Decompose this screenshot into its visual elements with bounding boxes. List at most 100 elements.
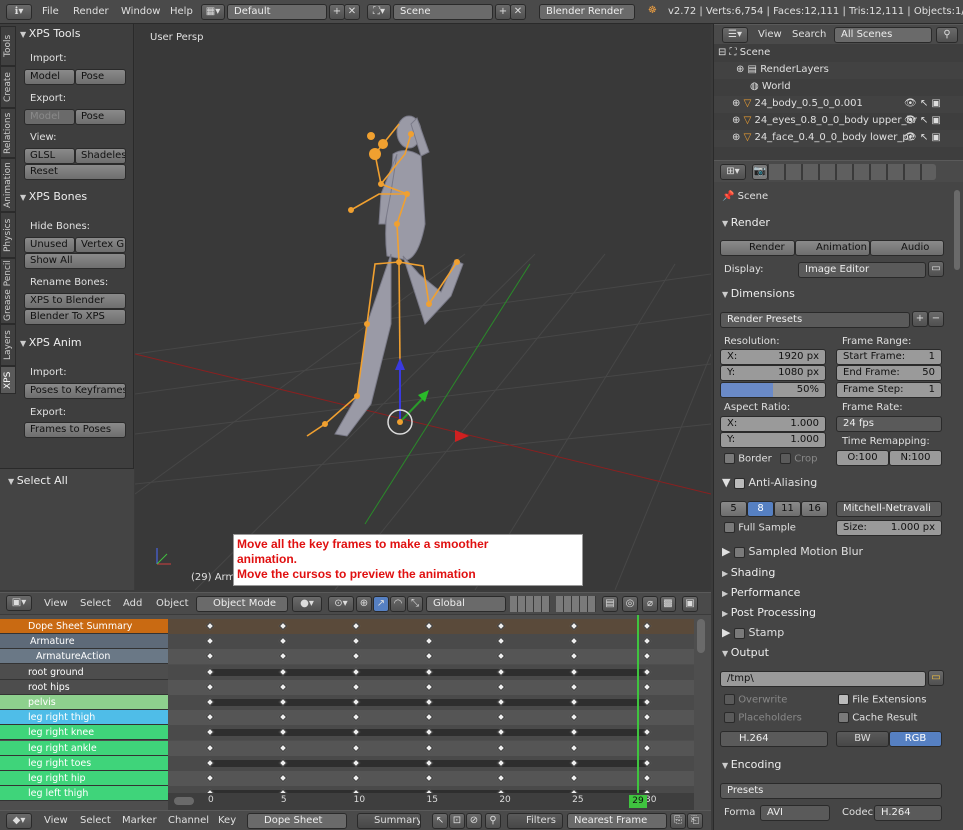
keyframe[interactable] [642, 652, 652, 661]
frame-step-field[interactable]: Frame Step: 1 [836, 382, 942, 398]
encoding-presets-select[interactable]: Presets [720, 783, 942, 799]
properties-scrollbar[interactable] [954, 190, 960, 270]
channel-row[interactable]: leg right ankle [0, 740, 168, 756]
xps-to-blender-button[interactable]: XPS to Blender [24, 293, 126, 309]
proportional-icon[interactable]: ◎ [622, 596, 638, 612]
frames-to-poses-button[interactable]: Frames to Poses [24, 422, 126, 438]
keyframe[interactable] [205, 652, 215, 661]
menu-window[interactable]: Window [121, 6, 160, 17]
aa-panel-title[interactable]: ▼ Anti-Aliasing [722, 476, 817, 489]
show-hidden-icon[interactable]: ⊡ [449, 813, 465, 829]
menu-render[interactable]: Render [73, 6, 109, 17]
channel-row[interactable]: pelvis [0, 695, 168, 710]
stamp-panel[interactable]: ▶ Stamp [722, 626, 784, 639]
keyframe[interactable] [278, 712, 288, 722]
keyframe[interactable] [569, 621, 579, 631]
keyframe[interactable] [424, 743, 433, 752]
keyframe[interactable] [642, 636, 652, 646]
crop-checkbox[interactable]: Crop [780, 453, 818, 465]
channel-row[interactable]: leg right toes [0, 755, 168, 771]
channel-row[interactable]: leg left thigh [0, 786, 168, 802]
vertex-groups-button[interactable]: Vertex Gr [75, 237, 126, 253]
ds-mode-select[interactable]: Dope Sheet [247, 813, 347, 829]
display-lock-icon[interactable]: ▭ [928, 261, 944, 277]
visibility-icons[interactable]: 👁 ↖ ▣ [904, 98, 941, 109]
aa-samples-8[interactable]: 8 [747, 501, 774, 517]
outliner-item-body[interactable]: ⊕ ▽ 24_body_0.5_0_0.001 [732, 98, 863, 109]
opengl-render-icon[interactable]: ▣ [682, 596, 698, 612]
menu-file[interactable]: File [42, 6, 59, 17]
ds-menu-key[interactable]: Key [218, 815, 236, 826]
outliner-type-icon[interactable]: ☰▾ [722, 27, 748, 43]
current-frame-line[interactable] [637, 615, 639, 795]
outliner-menu-search[interactable]: Search [792, 29, 826, 40]
aa-size-field[interactable]: Size: 1.000 px [836, 520, 942, 536]
visibility-icons-3[interactable]: 👁 ↖ ▣ [904, 132, 941, 143]
layer-buttons[interactable] [510, 596, 550, 612]
outliner-search-icon[interactable]: ⚲ [936, 27, 958, 43]
tab-xps[interactable]: XPS [0, 366, 16, 394]
keyframe[interactable] [278, 621, 288, 631]
encoding-format-select[interactable]: AVI [760, 805, 830, 821]
cache-result-checkbox[interactable]: Cache Result [838, 712, 917, 724]
tab-create[interactable]: Create [0, 66, 16, 108]
translate-icon[interactable]: ↗ [373, 596, 389, 612]
dopesheet-scrollbar[interactable] [697, 619, 705, 653]
remap-new-field[interactable]: N:100 [889, 450, 942, 466]
ds-menu-view[interactable]: View [44, 815, 68, 826]
poses-to-keyframes-button[interactable]: Poses to Keyframes [24, 383, 126, 399]
tab-physics[interactable]: Physics [0, 212, 16, 258]
channel-row[interactable]: Dope Sheet Summary [0, 619, 168, 634]
add-scene-icon[interactable]: + [495, 4, 511, 20]
snap-icon[interactable]: ⌀ [642, 596, 658, 612]
keyframe[interactable] [351, 773, 360, 783]
screen-layout-field[interactable]: Default [227, 4, 327, 20]
keyframe[interactable] [424, 773, 433, 783]
keyframe[interactable] [278, 743, 288, 752]
keyframe[interactable] [205, 621, 215, 631]
layer-buttons-2[interactable] [556, 596, 596, 612]
output-path-field[interactable]: /tmp\ [720, 671, 926, 687]
keyframe[interactable] [205, 712, 215, 722]
keyframe[interactable] [351, 636, 360, 646]
file-extensions-checkbox[interactable]: File Extensions [838, 694, 926, 706]
resolution-y-field[interactable]: Y: 1080 px [720, 365, 826, 381]
keyframe[interactable] [351, 743, 360, 752]
keyframe[interactable] [497, 712, 506, 722]
channel-row[interactable]: leg right hip [0, 771, 168, 786]
remove-scene-icon[interactable]: ✕ [510, 4, 526, 20]
unused-button[interactable]: Unused [24, 237, 75, 253]
dimensions-panel-title[interactable]: Dimensions [722, 287, 795, 300]
ds-menu-channel[interactable]: Channel [168, 815, 209, 826]
tab-layers[interactable]: Layers [0, 324, 16, 366]
keyframe[interactable] [497, 743, 506, 752]
channel-row[interactable]: root hips [0, 679, 168, 695]
outliner-item-world[interactable]: ◍ World [750, 81, 791, 92]
manipulator-icon[interactable]: ⊕ [356, 596, 372, 612]
file-format-select[interactable]: H.264 [720, 731, 828, 747]
remove-preset-icon[interactable]: − [928, 311, 944, 327]
render-engine-select[interactable]: Blender Render [539, 4, 635, 20]
keyframe[interactable] [278, 636, 288, 646]
keyframe[interactable] [569, 773, 579, 783]
end-frame-field[interactable]: End Frame: 50 [836, 365, 942, 381]
reset-button[interactable]: Reset [24, 164, 126, 180]
xps-bones-panel-title[interactable]: XPS Bones [20, 190, 87, 203]
keyframe[interactable] [205, 636, 215, 646]
keyframe[interactable] [351, 712, 360, 722]
ds-editor-type-icon[interactable]: ◆▾ [6, 813, 32, 829]
keyframe[interactable] [569, 652, 579, 661]
keyframe[interactable] [497, 621, 506, 631]
full-sample-checkbox[interactable]: Full Sample [724, 522, 796, 534]
keyframe[interactable] [642, 712, 652, 722]
context-tabs[interactable] [752, 164, 936, 180]
keyframe[interactable] [642, 773, 652, 783]
keyframe[interactable] [205, 743, 215, 752]
keyframe[interactable] [569, 712, 579, 722]
glsl-button[interactable]: GLSL [24, 148, 75, 164]
keyframe[interactable] [278, 682, 288, 692]
codec-select[interactable]: H.264 [874, 805, 942, 821]
import-model-button[interactable]: Model [24, 69, 75, 85]
aa-samples-16[interactable]: 16 [801, 501, 828, 517]
border-checkbox[interactable]: Border [724, 453, 772, 465]
